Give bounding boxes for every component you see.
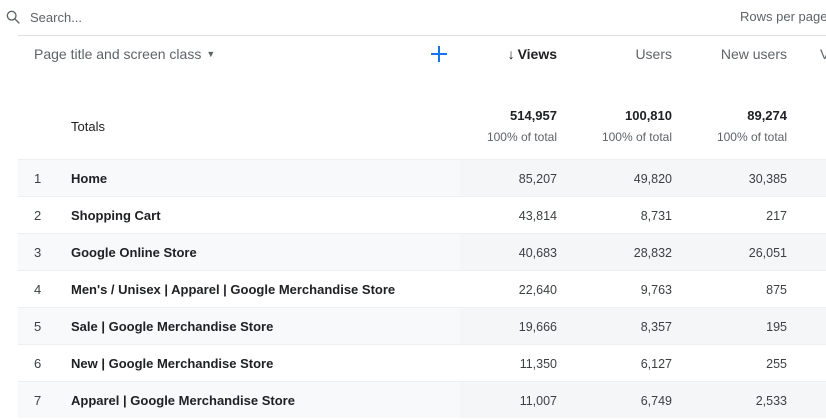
cell-new-users: 875 [766,283,787,297]
row-index: 2 [34,208,42,223]
column-header-label: New users [720,46,787,62]
dimension-header-label: Page title and screen class [34,46,202,62]
search-input[interactable] [30,6,330,28]
search-icon [6,10,20,24]
row-index: 3 [34,245,42,260]
row-page-title[interactable]: Sale | Google Merchandise Store [71,319,273,334]
cell-users: 8,357 [640,320,672,334]
table-row[interactable]: 3 Google Online Store 40,683 28,832 26,0… [18,233,826,270]
caret-down-icon: ▼ [206,49,216,59]
total-percentage: 100% of total [716,130,787,144]
cell-new-users: 30,385 [748,172,787,186]
column-header-label: Views [517,46,557,62]
total-views: 514,957 100% of total [487,108,557,144]
cell-views: 11,350 [519,357,557,371]
rows-per-page-label: Rows per page [740,9,826,24]
row-index: 1 [34,171,42,186]
total-percentage: 100% of total [601,130,672,144]
cell-users: 49,820 [633,172,672,186]
report-table-view: Rows per page Page title and screen clas… [0,0,826,420]
table-row[interactable]: 7 Apparel | Google Merchandise Store 11,… [18,381,826,418]
row-index: 6 [34,356,42,371]
total-users: 100,810 100% of total [602,108,672,144]
table-row[interactable]: 6 New | Google Merchandise Store 11,350 … [18,344,826,381]
cell-new-users: 255 [766,357,787,371]
total-value: 100,810 [625,108,672,123]
table-row[interactable]: 4 Men's / Unisex | Apparel | Google Merc… [18,270,826,307]
table-row[interactable]: 5 Sale | Google Merchandise Store 19,666… [18,307,826,344]
column-header-new-users[interactable]: New users [721,46,787,62]
cell-new-users: 195 [766,320,787,334]
cell-new-users: 2,533 [755,394,787,408]
add-dimension-button[interactable] [429,44,449,64]
cell-users: 28,832 [633,246,672,260]
dimension-column-header[interactable]: Page title and screen class ▼ [34,46,215,62]
row-index: 7 [34,393,42,408]
total-new-users: 89,274 100% of total [717,108,787,144]
cell-views: 22,640 [518,283,557,297]
total-percentage: 100% of total [486,130,557,144]
plus-icon [431,46,447,62]
column-header-label: V [820,46,826,62]
cell-views: 40,683 [518,246,557,260]
table-row[interactable]: 1 Home 85,207 49,820 30,385 [18,159,826,196]
cell-users: 6,127 [640,357,672,371]
row-page-title[interactable]: Shopping Cart [71,208,161,223]
search-divider [18,35,826,36]
row-page-title[interactable]: Google Online Store [71,245,197,260]
cell-users: 6,749 [640,394,672,408]
cell-views: 43,814 [518,209,557,223]
cell-views: 19,666 [518,320,557,334]
table-body: 1 Home 85,207 49,820 30,385 2 Shopping C… [18,159,826,418]
sort-descending-icon: ↓ [507,46,515,62]
cell-views: 85,207 [518,172,557,186]
row-page-title[interactable]: Apparel | Google Merchandise Store [71,393,295,408]
cell-views: 11,007 [519,394,557,408]
cell-users: 9,763 [640,283,672,297]
column-header-truncated[interactable]: V [820,46,826,62]
row-index: 5 [34,319,42,334]
row-page-title[interactable]: New | Google Merchandise Store [71,356,273,371]
cell-new-users: 26,051 [748,246,787,260]
total-value: 89,274 [747,108,787,123]
cell-users: 8,731 [640,209,672,223]
row-page-title[interactable]: Home [71,171,107,186]
total-value: 514,957 [510,108,557,123]
column-header-views[interactable]: ↓ Views [508,46,557,62]
totals-label: Totals [71,119,105,134]
row-index: 4 [34,282,42,297]
cell-new-users: 217 [766,209,787,223]
column-header-label: Users [635,46,672,62]
row-page-title[interactable]: Men's / Unisex | Apparel | Google Mercha… [71,282,395,297]
column-header-users[interactable]: Users [635,46,672,62]
table-row[interactable]: 2 Shopping Cart 43,814 8,731 217 [18,196,826,233]
search-bar: Rows per page [0,0,826,35]
